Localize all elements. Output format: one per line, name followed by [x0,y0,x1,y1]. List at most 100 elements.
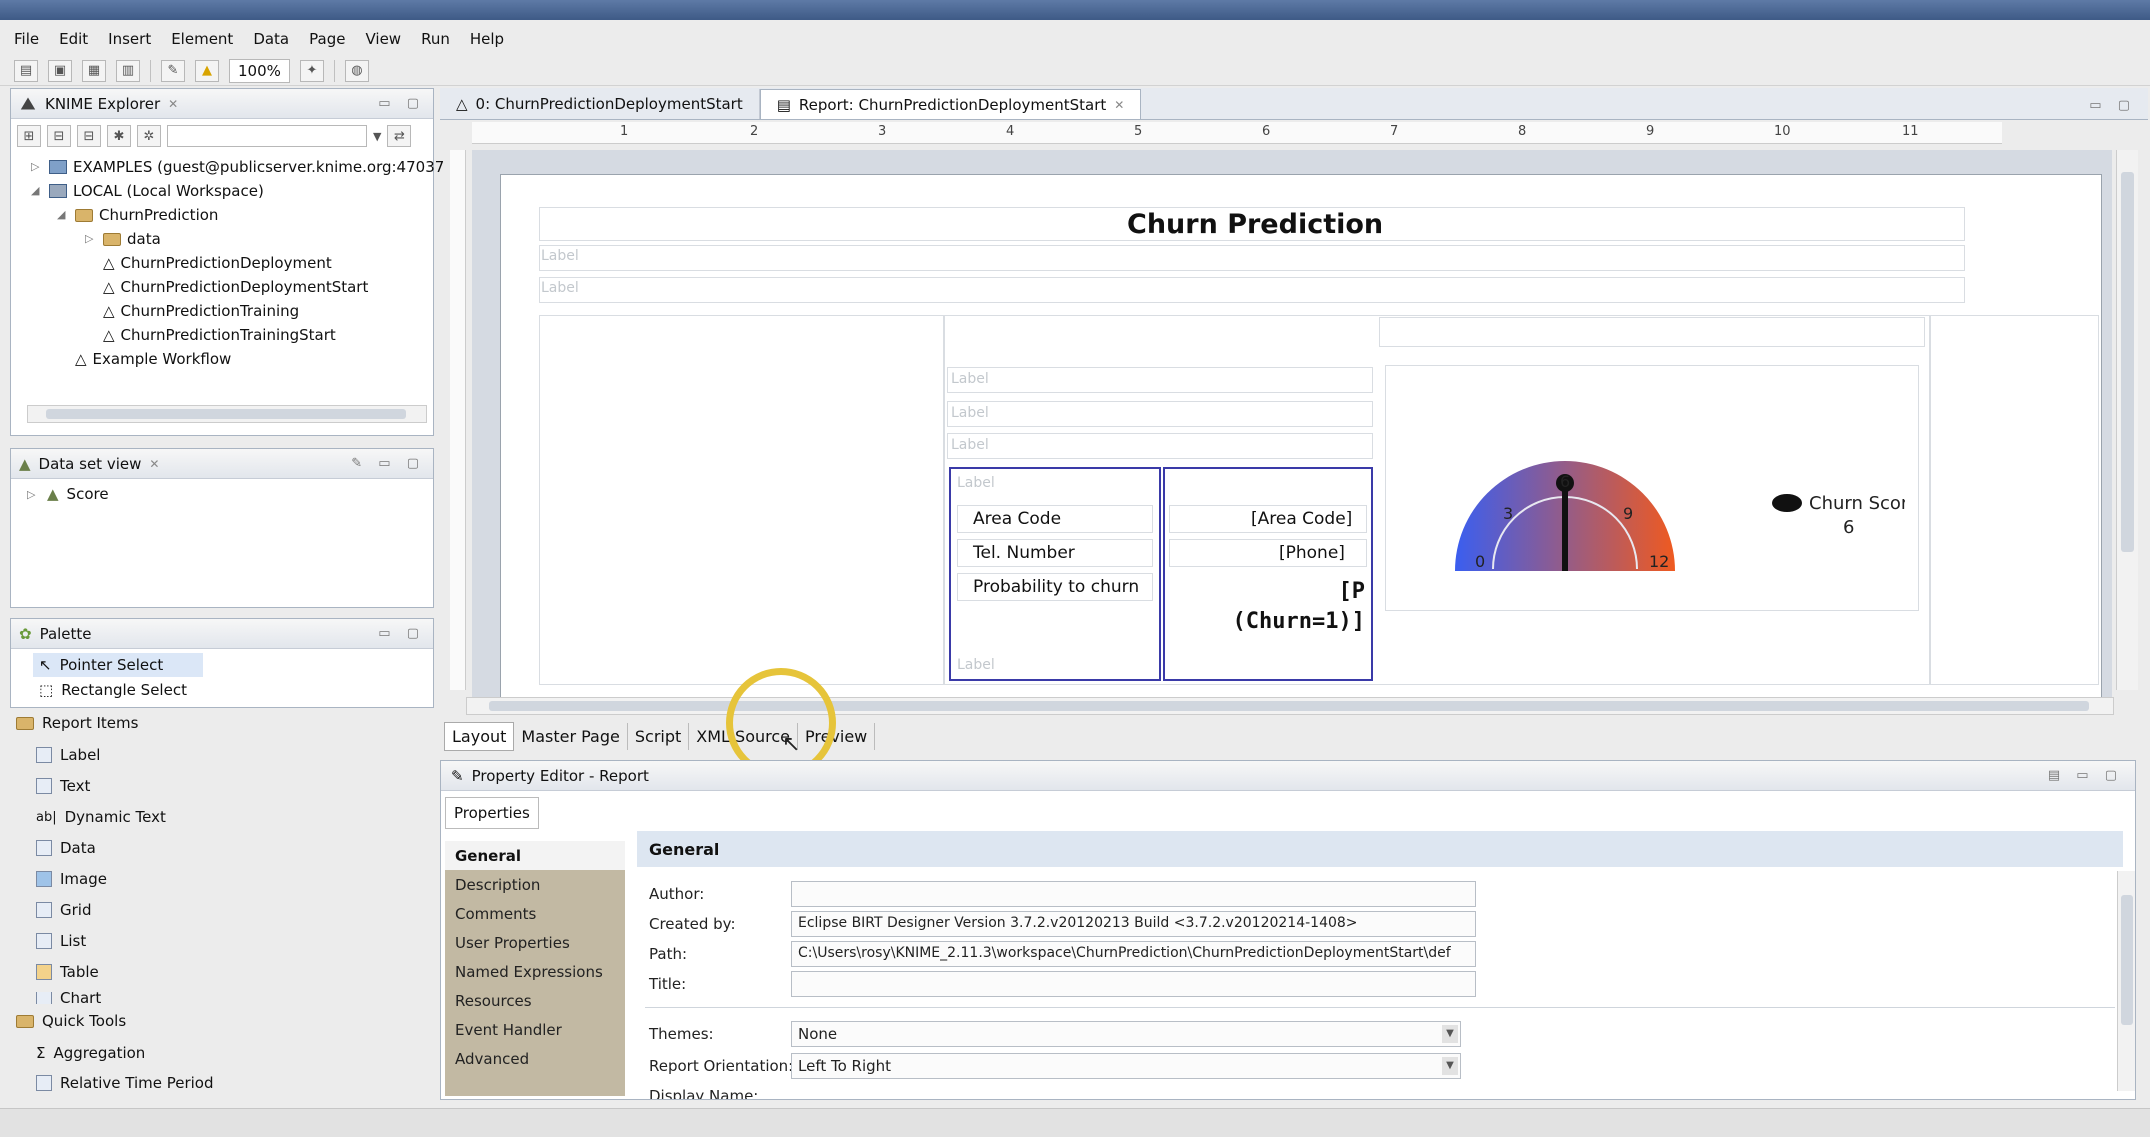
tree-item-data[interactable]: ▷ data [31,227,444,251]
canvas-vscroll[interactable] [2116,150,2138,690]
churn-gauge-chart[interactable]: 0 3 6 9 12 Churn Score 6 [1405,411,1905,611]
category-user-properties[interactable]: User Properties [445,928,625,957]
tree-item-local[interactable]: ◢ LOCAL (Local Workspace) [31,179,444,203]
path-field[interactable]: C:\Users\rosy\KNIME_2.11.3\workspace\Chu… [791,941,1476,967]
minimize-maximize-icon[interactable]: ▭ ▢ [378,626,425,641]
tree-item-workflow[interactable]: △ ChurnPredictionTraining [31,299,444,323]
minimize-maximize-icon[interactable]: ▤ ▭ ▢ [2048,768,2123,783]
tree-item-workflow[interactable]: △ Example Workflow [31,347,444,371]
tree-item-workflow[interactable]: △ ChurnPredictionDeployment [31,251,444,275]
report-item-grid[interactable]: Grid [36,901,91,919]
chevron-down-icon[interactable]: ▼ [1442,1057,1458,1075]
report-item-chart[interactable]: Chart [36,992,101,1004]
scroll-thumb[interactable] [2121,895,2133,1025]
collapse-all-icon[interactable]: ⊟ [47,125,71,147]
rectangle-select-tool[interactable]: ⬚ Rectangle Select [33,681,187,699]
menu-view[interactable]: View [365,30,401,48]
save-all-icon[interactable]: ▦ [82,59,106,82]
filter-dropdown-icon[interactable]: ▼ [373,130,381,143]
category-general[interactable]: General [445,841,625,870]
expand-all-icon[interactable]: ⊞ [17,125,41,147]
report-item-dynamic-text[interactable]: ab| Dynamic Text [36,808,166,826]
quick-tools-header[interactable]: Quick Tools [16,1012,126,1030]
report-items-header[interactable]: Report Items [16,714,138,732]
menu-page[interactable]: Page [309,30,345,48]
pointer-select-tool[interactable]: ↖ Pointer Select [33,653,203,677]
author-field[interactable] [791,881,1476,907]
globe-icon[interactable]: ◍ [344,59,369,82]
report-item-label[interactable]: Label [36,746,100,764]
label-cell[interactable] [947,401,1373,427]
tab-script[interactable]: Script [628,722,690,750]
label-cell[interactable] [947,433,1373,459]
menu-file[interactable]: File [14,30,39,48]
tree-item-churnprediction[interactable]: ◢ ChurnPrediction [31,203,444,227]
report-item-image[interactable]: Image [36,870,107,888]
tab-report[interactable]: ▤ Report: ChurnPredictionDeploymentStart ✕ [759,89,1142,119]
category-advanced[interactable]: Advanced [445,1044,625,1073]
minimize-maximize-icon[interactable]: ▭ ▢ [378,96,425,111]
tree-item-workflow[interactable]: △ ChurnPredictionTrainingStart [31,323,444,347]
tab-workflow[interactable]: △ 0: ChurnPredictionDeploymentStart [440,89,760,119]
report-item-list[interactable]: List [36,932,86,950]
label-cell[interactable] [947,367,1373,393]
themes-select[interactable]: None ▼ [791,1021,1461,1047]
report-item-text[interactable]: Text [36,777,90,795]
scroll-thumb[interactable] [46,409,406,419]
pen-icon[interactable]: ✎ [161,59,185,82]
label-row-1[interactable] [539,245,1965,271]
tree-item-examples[interactable]: ▷ EXAMPLES (guest@publicserver.knime.org:… [31,155,444,179]
sync-icon[interactable]: ⇄ [387,125,412,147]
tab-master-page[interactable]: Master Page [514,722,628,750]
explorer-hscroll[interactable] [27,405,427,423]
title-field[interactable] [791,971,1476,997]
category-event-handler[interactable]: Event Handler [445,1015,625,1044]
details-table-values[interactable] [1163,467,1373,681]
report-title[interactable]: Churn Prediction [1127,209,1383,240]
tree-item-score[interactable]: ▷ ▲ Score [27,485,109,503]
menu-insert[interactable]: Insert [108,30,151,48]
menu-edit[interactable]: Edit [59,30,88,48]
minimize-maximize-icon[interactable]: ▭ ▢ [2089,98,2136,113]
tab-properties[interactable]: Properties [445,797,539,829]
label-row-2[interactable] [539,277,1965,303]
zoom-select[interactable]: 100% [229,58,290,83]
close-icon[interactable]: ✕ [168,97,178,111]
tab-layout[interactable]: Layout [444,721,515,751]
canvas-hscroll[interactable] [466,697,2114,715]
report-page[interactable]: Churn Prediction Label Label Label Label… [500,174,2102,698]
collapse-icon[interactable]: ⊟ [77,125,101,147]
category-resources[interactable]: Resources [445,986,625,1015]
category-comments[interactable]: Comments [445,899,625,928]
menu-element[interactable]: Element [171,30,233,48]
scroll-thumb[interactable] [2121,172,2134,552]
category-named-expressions[interactable]: Named Expressions [445,957,625,986]
category-description[interactable]: Description [445,870,625,899]
new-icon[interactable]: ▤ [14,59,38,82]
quick-tool-relative-time-period[interactable]: Relative Time Period [36,1074,214,1092]
minimize-maximize-icon[interactable]: ✎ ▭ ▢ [351,456,425,471]
menu-data[interactable]: Data [253,30,289,48]
save-icon[interactable]: ▣ [48,59,72,82]
menu-run[interactable]: Run [421,30,450,48]
chart-header-cell[interactable] [1379,317,1925,347]
created-by-field[interactable]: Eclipse BIRT Designer Version 3.7.2.v201… [791,911,1476,937]
close-icon[interactable]: ✕ [1114,98,1124,112]
refresh-icon[interactable]: ✲ [137,125,161,147]
themes-label: Themes: [649,1025,714,1043]
explorer-filter-input[interactable] [167,125,367,147]
report-item-table[interactable]: Table [36,963,99,981]
area-code-label: Area Code [973,509,1062,529]
tree-item-workflow[interactable]: △ ChurnPredictionDeploymentStart [31,275,444,299]
report-item-data[interactable]: Data [36,839,96,857]
warning-icon[interactable]: ▲ [195,59,219,82]
report-orientation-select[interactable]: Left To Right ▼ [791,1053,1461,1079]
menu-help[interactable]: Help [470,30,504,48]
close-icon[interactable]: ✕ [149,457,159,471]
chevron-down-icon[interactable]: ▼ [1442,1025,1458,1043]
quick-tool-aggregation[interactable]: Σ Aggregation [36,1044,145,1062]
print-icon[interactable]: ▥ [116,59,140,82]
layout-icon[interactable]: ✦ [299,59,324,82]
property-vscroll[interactable] [2117,871,2135,1091]
configure-icon[interactable]: ✱ [107,125,131,147]
